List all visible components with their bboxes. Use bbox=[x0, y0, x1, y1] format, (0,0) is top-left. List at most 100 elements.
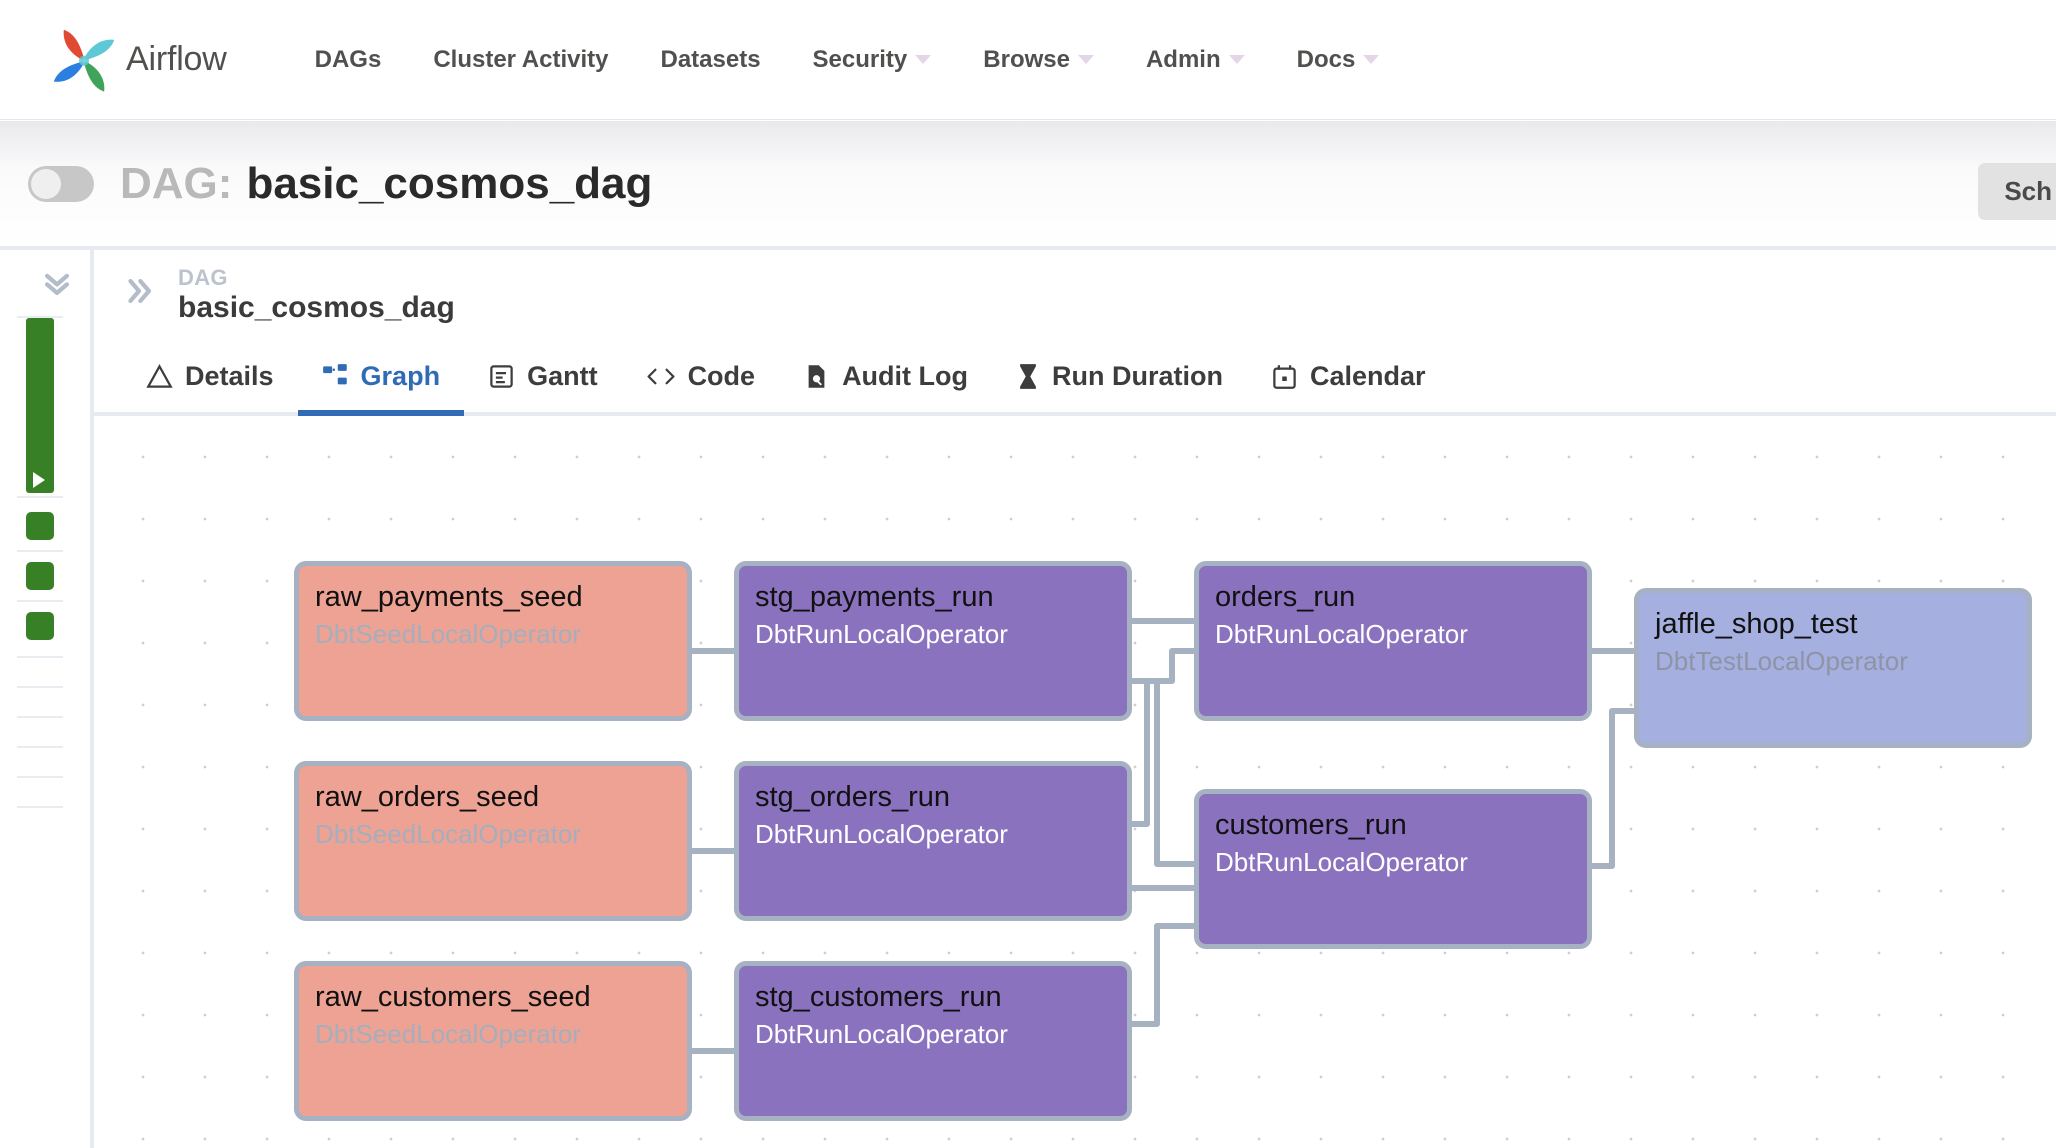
grid-row-divider bbox=[17, 600, 63, 602]
document-search-icon bbox=[803, 363, 830, 390]
nav-item-browse[interactable]: Browse bbox=[957, 46, 1120, 74]
graph-node-orders_run[interactable]: orders_run DbtRunLocalOperator bbox=[1194, 561, 1592, 721]
node-operator: DbtSeedLocalOperator bbox=[315, 1018, 671, 1051]
node-task-name: stg_orders_run bbox=[755, 780, 1111, 814]
tab-label: Calendar bbox=[1310, 361, 1426, 392]
toggle-knob bbox=[31, 169, 61, 199]
grid-task-instance[interactable] bbox=[26, 562, 54, 590]
tab-label: Run Duration bbox=[1052, 361, 1223, 392]
nav-item-datasets[interactable]: Datasets bbox=[634, 46, 786, 74]
graph-node-raw_orders_seed[interactable]: raw_orders_seed DbtSeedLocalOperator bbox=[294, 761, 692, 921]
dag-graph-canvas[interactable]: raw_payments_seed DbtSeedLocalOperator r… bbox=[94, 416, 2056, 1144]
schedule-button[interactable]: Sch bbox=[1978, 163, 2056, 220]
brand-name: Airflow bbox=[126, 40, 227, 79]
nav-item-admin[interactable]: Admin bbox=[1120, 46, 1271, 74]
tab-label: Graph bbox=[361, 361, 441, 392]
node-operator: DbtSeedLocalOperator bbox=[315, 818, 671, 851]
chevron-double-right-icon[interactable] bbox=[122, 274, 156, 317]
dag-title-label: DAG: bbox=[120, 159, 232, 209]
chevron-down-icon bbox=[1078, 55, 1094, 64]
node-operator: DbtTestLocalOperator bbox=[1655, 645, 2011, 678]
node-task-name: raw_payments_seed bbox=[315, 580, 671, 614]
page-title: DAG: basic_cosmos_dag bbox=[120, 159, 652, 209]
graph-node-jaffle_shop_test[interactable]: jaffle_shop_test DbtTestLocalOperator bbox=[1634, 588, 2032, 748]
graph-node-stg_orders_run[interactable]: stg_orders_run DbtRunLocalOperator bbox=[734, 761, 1132, 921]
node-task-name: stg_payments_run bbox=[755, 580, 1111, 614]
tab-calendar[interactable]: Calendar bbox=[1247, 340, 1450, 412]
graph-node-stg_payments_run[interactable]: stg_payments_run DbtRunLocalOperator bbox=[734, 561, 1132, 721]
airflow-pinwheel-logo bbox=[48, 24, 120, 96]
graph-node-stg_customers_run[interactable]: stg_customers_run DbtRunLocalOperator bbox=[734, 961, 1132, 1121]
dag-title-name: basic_cosmos_dag bbox=[246, 159, 652, 209]
node-task-name: orders_run bbox=[1215, 580, 1571, 614]
nav-label: Admin bbox=[1146, 46, 1221, 74]
graph-node-raw_customers_seed[interactable]: raw_customers_seed DbtSeedLocalOperator bbox=[294, 961, 692, 1121]
top-navbar: Airflow DAGs Cluster Activity Datasets S… bbox=[0, 0, 2056, 120]
dag-body: DAG basic_cosmos_dag Details bbox=[0, 246, 2056, 1148]
nav-items: DAGs Cluster Activity Datasets Security … bbox=[289, 46, 1406, 74]
node-task-name: stg_customers_run bbox=[755, 980, 1111, 1014]
node-operator: DbtRunLocalOperator bbox=[755, 1018, 1111, 1051]
calendar-icon bbox=[1271, 363, 1298, 390]
node-task-name: raw_orders_seed bbox=[315, 780, 671, 814]
chevron-down-icon bbox=[915, 55, 931, 64]
tab-details[interactable]: Details bbox=[122, 340, 298, 412]
hourglass-icon bbox=[1016, 363, 1040, 390]
grid-row-divider bbox=[17, 746, 63, 748]
graph-node-raw_payments_seed[interactable]: raw_payments_seed DbtSeedLocalOperator bbox=[294, 561, 692, 721]
node-operator: DbtRunLocalOperator bbox=[1215, 846, 1571, 879]
breadcrumb: DAG basic_cosmos_dag bbox=[94, 250, 2056, 340]
edge-stg_orders_run-orders_run bbox=[1132, 651, 1194, 824]
tab-label: Code bbox=[688, 361, 756, 392]
tab-label: Audit Log bbox=[842, 361, 968, 392]
gantt-chart-icon bbox=[488, 363, 515, 390]
nav-label: Docs bbox=[1297, 46, 1356, 74]
edge-customers_run-jaffle_shop_test bbox=[1592, 711, 1634, 866]
node-operator: DbtSeedLocalOperator bbox=[315, 618, 671, 651]
grid-sidebar bbox=[0, 246, 90, 1148]
grid-row-divider bbox=[17, 686, 63, 688]
dag-run-bar[interactable] bbox=[26, 318, 54, 493]
node-operator: DbtRunLocalOperator bbox=[1215, 618, 1571, 651]
edge-stg_payments_run-customers_run bbox=[1132, 681, 1194, 864]
nav-label: Security bbox=[813, 46, 908, 74]
grid-task-instance[interactable] bbox=[26, 512, 54, 540]
tab-audit-log[interactable]: Audit Log bbox=[779, 340, 992, 412]
chevron-double-down-icon[interactable] bbox=[40, 266, 74, 300]
tab-run-duration[interactable]: Run Duration bbox=[992, 340, 1247, 412]
nav-item-docs[interactable]: Docs bbox=[1271, 46, 1406, 74]
grid-row-divider bbox=[17, 806, 63, 808]
breadcrumb-name: basic_cosmos_dag bbox=[178, 291, 455, 325]
tab-graph[interactable]: Graph bbox=[298, 340, 465, 412]
graph-nodes-icon bbox=[322, 363, 349, 390]
grid-row-divider bbox=[17, 656, 63, 658]
nav-item-security[interactable]: Security bbox=[787, 46, 958, 74]
nav-item-cluster-activity[interactable]: Cluster Activity bbox=[407, 46, 634, 74]
nav-item-dags[interactable]: DAGs bbox=[289, 46, 408, 74]
tab-label: Gantt bbox=[527, 361, 598, 392]
airflow-brand-link[interactable]: Airflow bbox=[48, 24, 227, 96]
node-task-name: customers_run bbox=[1215, 808, 1571, 842]
dag-pause-toggle[interactable] bbox=[28, 166, 94, 202]
dag-header: DAG: basic_cosmos_dag Sch bbox=[0, 121, 2056, 246]
dag-tabs: Details Graph bbox=[94, 340, 2056, 416]
nav-label: Browse bbox=[983, 46, 1070, 74]
grid-task-instance[interactable] bbox=[26, 612, 54, 640]
graph-node-customers_run[interactable]: customers_run DbtRunLocalOperator bbox=[1194, 789, 1592, 949]
grid-row-divider bbox=[17, 716, 63, 718]
code-brackets-icon bbox=[646, 363, 676, 390]
nav-label: Datasets bbox=[660, 46, 760, 74]
play-triangle-icon bbox=[33, 472, 45, 488]
node-task-name: jaffle_shop_test bbox=[1655, 607, 2011, 641]
tab-gantt[interactable]: Gantt bbox=[464, 340, 622, 412]
grid-run-column bbox=[26, 316, 72, 808]
chevron-down-icon bbox=[1229, 55, 1245, 64]
node-task-name: raw_customers_seed bbox=[315, 980, 671, 1014]
tab-code[interactable]: Code bbox=[622, 340, 780, 412]
warning-triangle-icon bbox=[146, 363, 173, 390]
grid-row-divider bbox=[17, 776, 63, 778]
node-operator: DbtRunLocalOperator bbox=[755, 818, 1111, 851]
nav-label: DAGs bbox=[315, 46, 382, 74]
nav-label: Cluster Activity bbox=[433, 46, 608, 74]
tab-label: Details bbox=[185, 361, 274, 392]
